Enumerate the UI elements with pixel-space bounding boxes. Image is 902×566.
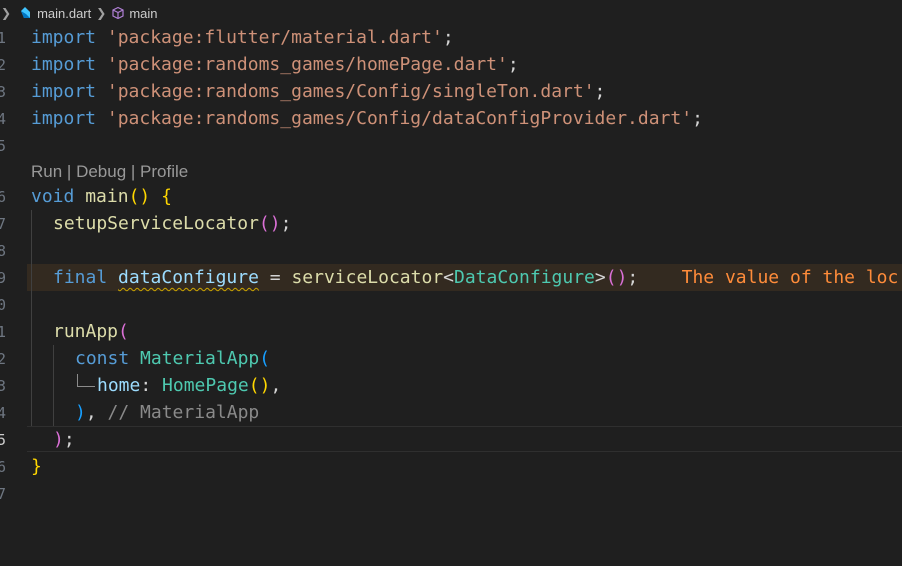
indent-guide (31, 210, 32, 426)
line-number: 0 (0, 296, 7, 314)
cube-symbol-icon (111, 6, 125, 20)
breadcrumb-symbol[interactable]: main (129, 6, 157, 21)
line-number: 7 (0, 215, 7, 233)
line-number: 4 (0, 404, 7, 422)
code-line-13[interactable]: home: HomePage(), (97, 372, 281, 399)
codelens: Run | Debug | Profile (31, 162, 189, 181)
line-number: 4 (0, 110, 7, 128)
chevron-right-icon: ❯ (96, 6, 107, 20)
line-number: 1 (0, 323, 7, 341)
line-number: 2 (0, 350, 7, 368)
line-number: 1 (0, 29, 7, 47)
code-line-7[interactable]: setupServiceLocator(); (53, 210, 291, 237)
line-number: 5 (0, 137, 7, 155)
closing-label-comment: // MaterialApp (107, 402, 260, 423)
indent-guide (53, 345, 54, 426)
code-line-4[interactable]: import 'package:randoms_games/Config/dat… (31, 105, 703, 132)
code-line-16[interactable]: } (31, 453, 42, 480)
code-line-12[interactable]: const MaterialApp( (75, 345, 270, 372)
codelens-run-link[interactable]: Run (31, 162, 62, 181)
code-line-15[interactable]: ); (53, 426, 75, 453)
code-line-1[interactable]: import 'package:flutter/material.dart'; (31, 24, 454, 51)
code-line-11[interactable]: runApp( (53, 318, 129, 345)
code-line-6[interactable]: void main() { (31, 183, 172, 210)
dart-file-icon (19, 7, 31, 19)
current-line-highlight (27, 426, 902, 452)
code-line-9[interactable]: final dataConfigure = serviceLocator<Dat… (53, 264, 898, 291)
widget-tree-guide (77, 374, 95, 387)
inline-diagnostic: The value of the loc (638, 267, 899, 288)
line-number-active: 5 (0, 431, 7, 449)
code-line-14[interactable]: ), // MaterialApp (75, 399, 259, 426)
code-line-2[interactable]: import 'package:randoms_games/homePage.d… (31, 51, 519, 78)
breadcrumb-file[interactable]: main.dart (37, 6, 91, 21)
codelens-debug-link[interactable]: Debug (76, 162, 126, 181)
codelens-profile-link[interactable]: Profile (140, 162, 188, 181)
unused-variable-warning[interactable]: dataConfigure (118, 267, 259, 288)
code-line-3[interactable]: import 'package:randoms_games/Config/sin… (31, 78, 605, 105)
breadcrumb: ❯ main.dart ❯ main (0, 0, 902, 26)
line-number: 7 (0, 485, 7, 503)
line-number: 3 (0, 83, 7, 101)
line-number: 6 (0, 188, 7, 206)
chevron-right-icon[interactable]: ❯ (1, 6, 11, 20)
code-editor[interactable]: ❯ main.dart ❯ main 1 2 3 4 5 6 7 8 9 0 1… (0, 0, 902, 566)
line-number: 3 (0, 377, 7, 395)
line-number: 6 (0, 458, 7, 476)
line-number: 8 (0, 242, 7, 260)
line-number: 9 (0, 269, 7, 287)
line-number: 2 (0, 56, 7, 74)
